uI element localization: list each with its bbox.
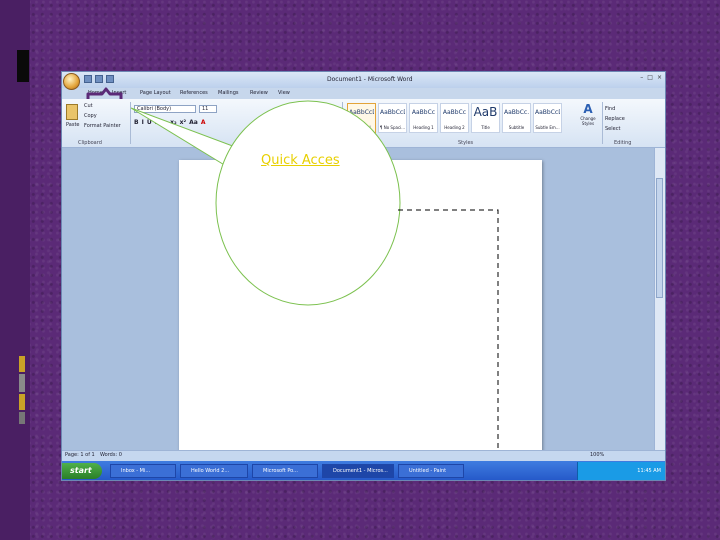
underline-button[interactable]: U (147, 119, 152, 126)
word-window: Document1 - Microsoft Word – □ × Home In… (61, 71, 666, 481)
tab-references[interactable]: References (180, 90, 208, 96)
slide-accent-bar (19, 412, 25, 424)
style-name: Heading 1 (413, 125, 434, 130)
scrollbar-thumb[interactable] (656, 178, 663, 298)
style-sample: AaBbCcDc (380, 109, 405, 116)
group-divider (602, 102, 603, 144)
select-button[interactable]: Select (605, 124, 625, 134)
window-title: Document1 - Microsoft Word (327, 76, 413, 83)
page-count[interactable]: Page: 1 of 1 (65, 452, 95, 458)
zoom-level[interactable]: 100% (590, 452, 604, 458)
style-title[interactable]: AaB Title (471, 103, 500, 133)
window-controls: – □ × (640, 74, 662, 81)
style-normal[interactable]: AaBbCcDc ¶ Normal (347, 103, 376, 133)
tab-insert[interactable]: Insert (112, 90, 126, 96)
start-button[interactable]: start (62, 463, 102, 479)
change-case-button[interactable]: Aa (189, 119, 198, 126)
clock: 11:45 AM (637, 468, 661, 474)
undo-icon[interactable] (95, 75, 103, 83)
replace-button[interactable]: Replace (605, 114, 625, 124)
group-divider (130, 102, 131, 144)
style-name: Subtle Em... (535, 125, 560, 130)
ribbon: Paste Cut Copy Format Painter Clipboard … (62, 99, 665, 148)
taskbar-item[interactable]: Inbox - Mi... (110, 464, 176, 478)
taskbar-item[interactable]: Untitled - Paint (398, 464, 464, 478)
slide-accent-bar (19, 394, 25, 410)
tab-home[interactable]: Home (88, 90, 103, 96)
style-heading-2[interactable]: AaBbCc Heading 2 (440, 103, 469, 133)
find-button[interactable]: Find (605, 104, 625, 114)
paste-icon[interactable] (66, 104, 78, 120)
taskbar-item-active[interactable]: Document1 - Micros... (322, 464, 394, 478)
callout-label: Quick Acces (261, 153, 340, 168)
save-icon[interactable] (84, 75, 92, 83)
style-sample: AaBbCcDc (535, 109, 560, 116)
font-size-select[interactable]: 11 (199, 105, 217, 113)
tab-mailings[interactable]: Mailings (218, 90, 239, 96)
status-bar: Page: 1 of 1 Words: 0 100% (62, 450, 665, 461)
style-no-spacing[interactable]: AaBbCcDc ¶ No Spaci... (378, 103, 407, 133)
style-subtitle[interactable]: AaBbCc. Subtitle (502, 103, 531, 133)
font-format-buttons: B I U abe x₂ x² Aa A (134, 119, 205, 126)
style-name: ¶ Normal (352, 125, 371, 130)
editing-group-label: Editing (614, 140, 632, 146)
change-styles-button[interactable]: A Change Styles (577, 102, 599, 127)
bold-button[interactable]: B (134, 119, 139, 126)
style-name: ¶ No Spaci... (379, 125, 406, 130)
change-styles-label: Change Styles (580, 116, 596, 126)
document-page[interactable] (179, 160, 542, 460)
taskbar-item[interactable]: Hello World 2... (180, 464, 248, 478)
clipboard-group-label: Clipboard (78, 140, 102, 146)
style-sample: AaBbCcDc (349, 109, 374, 116)
close-button[interactable]: × (657, 74, 662, 81)
system-tray: 11:45 AM (577, 462, 665, 480)
styles-gallery: AaBbCcDc ¶ Normal AaBbCcDc ¶ No Spaci...… (347, 103, 562, 133)
style-sample: AaBbCc. (504, 109, 529, 116)
style-heading-1[interactable]: AaBbCc Heading 1 (409, 103, 438, 133)
style-name: Title (481, 125, 490, 130)
slide-accent-bar (19, 356, 25, 372)
vertical-scrollbar[interactable] (654, 148, 665, 458)
maximize-button[interactable]: □ (647, 74, 653, 81)
subscript-button[interactable]: x₂ (170, 119, 177, 126)
cut-button[interactable]: Cut (84, 103, 93, 109)
minimize-button[interactable]: – (640, 74, 643, 81)
style-subtle-emphasis[interactable]: AaBbCcDc Subtle Em... (533, 103, 562, 133)
strikethrough-button[interactable]: abe (155, 119, 167, 126)
tab-page-layout[interactable]: Page Layout (140, 90, 171, 96)
slide-accent-bar (19, 374, 25, 392)
word-count[interactable]: Words: 0 (100, 452, 122, 458)
tab-view[interactable]: View (278, 90, 290, 96)
style-sample: AaB (473, 105, 498, 119)
paste-label[interactable]: Paste (66, 122, 80, 128)
style-sample: AaBbCc (411, 109, 436, 116)
style-name: Heading 2 (444, 125, 465, 130)
taskbar: start Inbox - Mi... Hello World 2... Mic… (62, 461, 665, 480)
editing-group: Find Replace Select (605, 104, 625, 134)
font-color-button[interactable]: A (201, 119, 206, 126)
ribbon-tabs: Home Insert Page Layout References Maili… (62, 88, 665, 99)
document-area (62, 148, 656, 460)
styles-group-label: Styles (458, 140, 474, 146)
format-painter-button[interactable]: Format Painter (84, 123, 121, 129)
style-name: Subtitle (508, 125, 525, 130)
change-styles-icon: A (583, 102, 593, 116)
quick-access-toolbar (84, 75, 114, 83)
slide-black-block (17, 50, 29, 82)
copy-button[interactable]: Copy (84, 113, 97, 119)
group-divider (342, 102, 343, 144)
redo-icon[interactable] (106, 75, 114, 83)
italic-button[interactable]: I (142, 119, 144, 126)
font-name-select[interactable]: Calibri (Body) (134, 105, 196, 113)
tab-review[interactable]: Review (250, 90, 268, 96)
taskbar-item[interactable]: Microsoft Po... (252, 464, 318, 478)
style-sample: AaBbCc (442, 109, 467, 116)
superscript-button[interactable]: x² (180, 119, 187, 126)
title-bar: Document1 - Microsoft Word – □ × (62, 72, 665, 90)
